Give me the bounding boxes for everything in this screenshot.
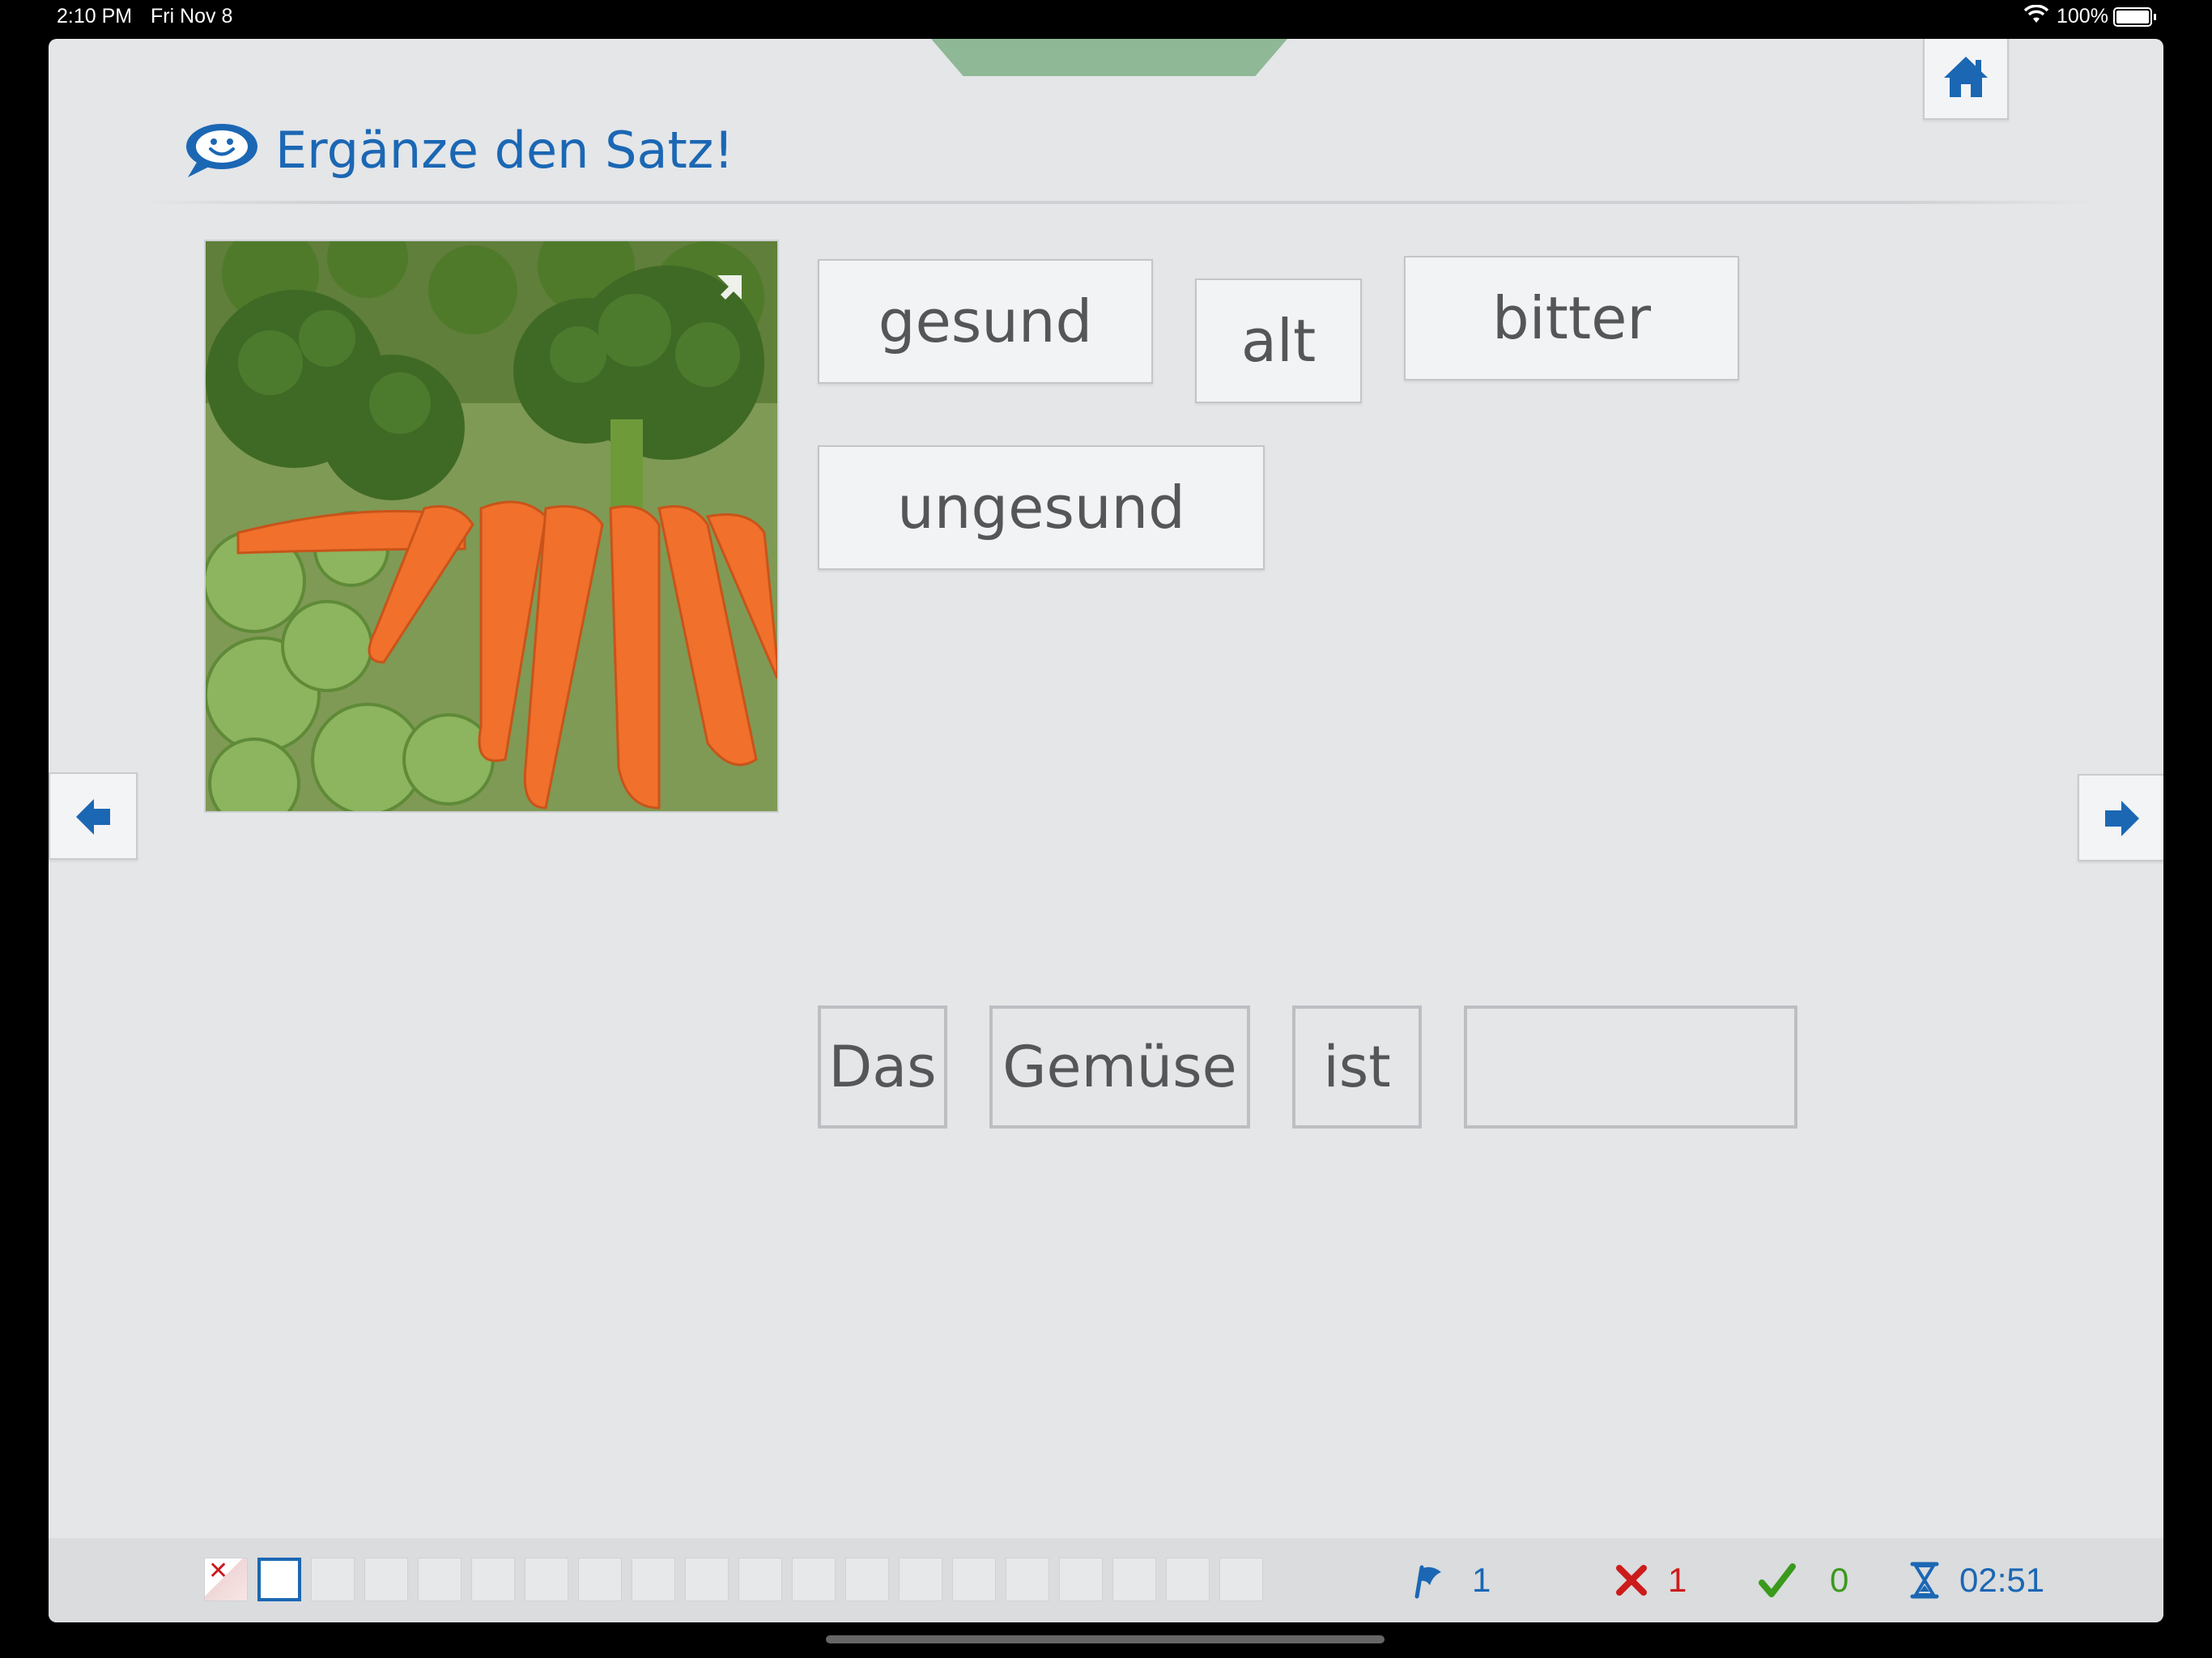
flag-icon[interactable] — [1409, 1561, 1448, 1600]
progress-square[interactable] — [1219, 1558, 1263, 1601]
home-indicator[interactable] — [826, 1635, 1385, 1643]
arrow-left-icon — [76, 799, 110, 835]
flag-stat: 1 — [1409, 1556, 1491, 1605]
x-icon — [1616, 1565, 1647, 1596]
progress-square[interactable] — [899, 1558, 942, 1601]
top-tab[interactable] — [931, 39, 1287, 76]
page-title: Ergänze den Satz! — [275, 120, 734, 180]
progress-square[interactable] — [738, 1558, 782, 1601]
correct-stat: 0 — [1757, 1556, 1848, 1605]
timer-value: 02:51 — [1959, 1561, 2045, 1599]
home-icon — [1944, 57, 1988, 97]
previous-button[interactable] — [49, 772, 138, 860]
progress-square[interactable] — [1166, 1558, 1210, 1601]
progress-square[interactable] — [311, 1558, 355, 1601]
sentence-word-das: Das — [818, 1005, 947, 1129]
home-button[interactable] — [1923, 39, 2009, 120]
progress-square[interactable] — [845, 1558, 889, 1601]
progress-square[interactable] — [578, 1558, 622, 1601]
progress-square[interactable] — [257, 1558, 301, 1601]
battery-percent: 100% — [2057, 5, 2108, 28]
vegetables-image[interactable] — [204, 240, 779, 813]
progress-square[interactable] — [525, 1558, 568, 1601]
wifi-icon — [2024, 5, 2048, 23]
progress-square[interactable] — [364, 1558, 408, 1601]
header: Ergänze den Satz! — [181, 105, 734, 194]
progress-square[interactable] — [792, 1558, 836, 1601]
expand-icon[interactable] — [714, 272, 748, 306]
check-icon — [1759, 1563, 1796, 1597]
wrong-stat: 1 — [1613, 1556, 1687, 1605]
status-time: 2:10 PM — [57, 5, 133, 28]
progress-square[interactable] — [1006, 1558, 1049, 1601]
wrong-count: 1 — [1668, 1561, 1687, 1599]
status-date: Fri Nov 8 — [151, 5, 233, 28]
hourglass-icon — [1910, 1562, 1939, 1599]
speech-bubble-icon — [186, 124, 257, 177]
answer-drop-slot[interactable] — [1464, 1005, 1797, 1129]
progress-square[interactable] — [1112, 1558, 1156, 1601]
word-tile-alt[interactable]: alt — [1195, 278, 1362, 403]
flag-count: 1 — [1472, 1561, 1491, 1599]
bottom-bar: ✕ 1 1 0 02:51 — [49, 1538, 2163, 1622]
progress-square[interactable] — [471, 1558, 515, 1601]
timer-stat: 02:51 — [1909, 1556, 2044, 1605]
progress-square[interactable]: ✕ — [204, 1557, 248, 1601]
battery-icon — [2113, 7, 2156, 27]
progress-square[interactable] — [685, 1558, 729, 1601]
wrong-mark-icon: ✕ — [208, 1557, 229, 1585]
progress-square[interactable] — [1059, 1558, 1103, 1601]
status-bar: 2:10 PM Fri Nov 8 100% — [0, 0, 2212, 37]
next-button[interactable] — [2078, 774, 2163, 861]
word-tile-ungesund[interactable]: ungesund — [818, 445, 1265, 570]
header-divider — [138, 201, 2097, 204]
exercise-screen: Ergänze den Satz! gesund alt bitter unge… — [49, 39, 2163, 1622]
word-tile-gesund[interactable]: gesund — [818, 259, 1153, 384]
arrow-right-icon — [2105, 801, 2139, 836]
progress-square[interactable] — [952, 1558, 996, 1601]
sentence-word-ist: ist — [1292, 1005, 1422, 1129]
word-tile-bitter[interactable]: bitter — [1404, 256, 1739, 380]
progress-square[interactable] — [418, 1558, 462, 1601]
correct-count: 0 — [1830, 1561, 1849, 1599]
sentence-word-gemuese: Gemüse — [989, 1005, 1250, 1129]
progress-square[interactable] — [632, 1558, 675, 1601]
